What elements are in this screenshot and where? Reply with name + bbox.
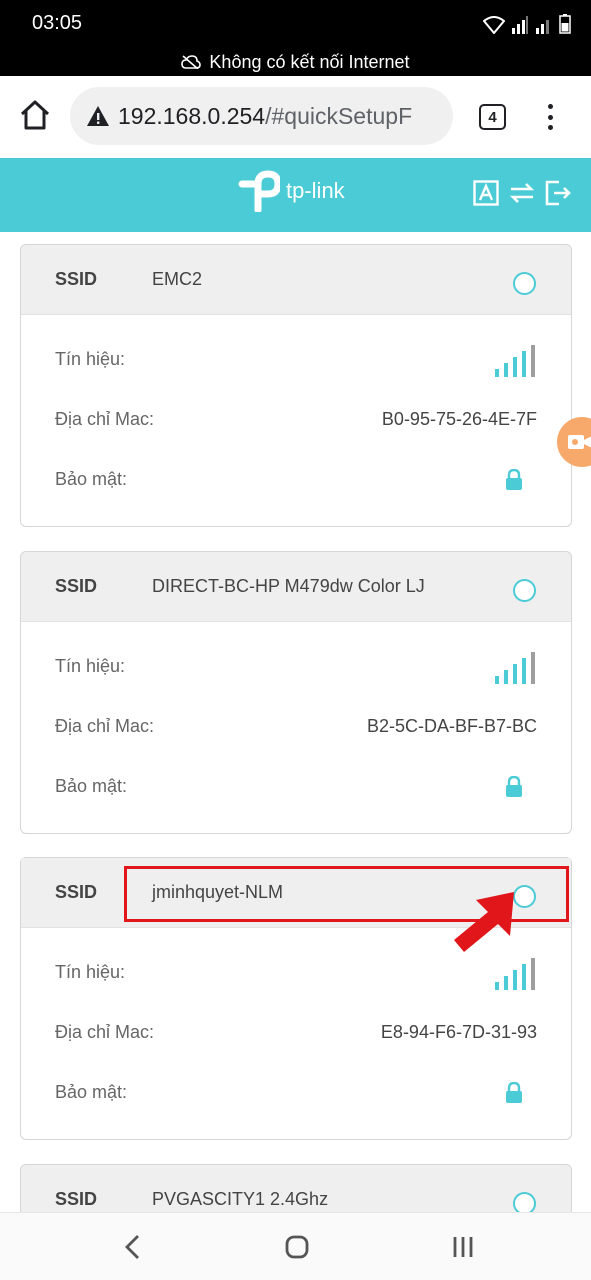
cloud-off-icon (181, 55, 202, 69)
card-header: SSID EMC2 (21, 245, 571, 315)
security-row: Bảo mật: (21, 1062, 571, 1122)
signal-row: Tín hiệu: (21, 636, 571, 696)
ssid-label: SSID (55, 576, 98, 596)
mac-label: Địa chỉ Mac: (55, 1022, 155, 1042)
ssid-label: SSID (55, 269, 98, 289)
tplink-logo: tp-link (238, 170, 345, 212)
mac-value: B0-95-75-26-4E-7F (381, 409, 537, 429)
recents-icon[interactable] (448, 1233, 478, 1261)
tplink-logo-text: tp-link (286, 178, 345, 203)
tplink-logo-mark (238, 170, 280, 212)
cell-signal-icon (536, 20, 549, 34)
battery-icon (559, 14, 571, 34)
lock-icon (506, 469, 522, 490)
lock-icon (506, 1082, 522, 1103)
signal-label: Tín hiệu: (55, 962, 126, 982)
status-bar: 03:05 (0, 0, 591, 48)
network-list: SSID EMC2 Tín hiệu: Địa chỉ Mac: B0-95-7… (0, 232, 591, 1212)
address-bar[interactable]: 192.168.0.254/#quickSetupF (70, 87, 453, 145)
more-vert-icon[interactable] (540, 100, 560, 134)
card-header: SSID PVGASCITY1 2.4Ghz (21, 1165, 571, 1212)
back-icon[interactable] (118, 1233, 148, 1261)
warning-icon[interactable] (86, 105, 110, 127)
mac-value: B2-5C-DA-BF-B7-BC (366, 716, 537, 736)
mac-row: Địa chỉ Mac: E8-94-F6-7D-31-93 (21, 1002, 571, 1062)
signal-bars-icon (495, 652, 535, 684)
select-network-radio[interactable] (513, 1192, 536, 1212)
switch-icon[interactable] (509, 180, 535, 206)
signal-row: Tín hiệu: (21, 329, 571, 389)
security-row: Bảo mật: (21, 449, 571, 509)
security-row: Bảo mật: (21, 756, 571, 816)
signal-bars-icon (495, 345, 535, 377)
security-label: Bảo mật: (55, 776, 128, 796)
tab-switcher-button[interactable]: 4 (479, 104, 506, 130)
browser-toolbar: 192.168.0.254/#quickSetupF 4 (0, 76, 591, 158)
signal-label: Tín hiệu: (55, 656, 126, 676)
status-time: 03:05 (32, 12, 83, 34)
ssid-label: SSID (55, 1189, 98, 1209)
home-nav-icon[interactable] (282, 1233, 312, 1261)
lock-icon (506, 776, 522, 797)
url-path: /#quickSetupF (265, 102, 413, 129)
video-icon (568, 435, 591, 449)
network-card: SSID DIRECT-BC-HP M479dw Color LJ Tín hi… (20, 551, 572, 834)
network-card: SSID PVGASCITY1 2.4Ghz (20, 1164, 572, 1212)
url-host: 192.168.0.254 (118, 102, 266, 129)
tab-count: 4 (488, 108, 497, 126)
signal-label: Tín hiệu: (55, 349, 126, 369)
tplink-header: tp-link (0, 158, 591, 232)
language-icon[interactable] (473, 180, 499, 206)
home-icon[interactable] (18, 98, 52, 132)
select-network-radio[interactable] (513, 579, 536, 602)
mac-label: Địa chỉ Mac: (55, 409, 155, 429)
url-text: 192.168.0.254/#quickSetupF (118, 103, 412, 130)
system-nav-bar (0, 1212, 591, 1280)
network-card: SSID EMC2 Tín hiệu: Địa chỉ Mac: B0-95-7… (20, 244, 572, 527)
security-label: Bảo mật: (55, 1082, 128, 1102)
cell-signal-icon (512, 16, 528, 34)
logout-icon[interactable] (545, 180, 571, 206)
status-icons (483, 12, 571, 34)
ssid-label: SSID (55, 882, 98, 902)
ssid-value: DIRECT-BC-HP M479dw Color LJ (152, 576, 425, 596)
mac-row: Địa chỉ Mac: B0-95-75-26-4E-7F (21, 389, 571, 449)
card-header: SSID DIRECT-BC-HP M479dw Color LJ (21, 552, 571, 622)
mac-label: Địa chỉ Mac: (55, 716, 155, 736)
security-label: Bảo mật: (55, 469, 128, 489)
signal-bars-icon (495, 958, 535, 990)
no-internet-notice: Không có kết nối Internet (0, 48, 591, 76)
arrow-annotation-icon (454, 892, 514, 952)
mac-value: E8-94-F6-7D-31-93 (380, 1022, 537, 1042)
header-actions (473, 180, 571, 206)
ssid-value: EMC2 (152, 269, 203, 289)
ssid-value: PVGASCITY1 2.4Ghz (152, 1189, 329, 1209)
select-network-radio[interactable] (513, 272, 536, 295)
notice-text: Không có kết nối Internet (209, 51, 410, 72)
wifi-icon (483, 16, 505, 34)
mac-row: Địa chỉ Mac: B2-5C-DA-BF-B7-BC (21, 696, 571, 756)
